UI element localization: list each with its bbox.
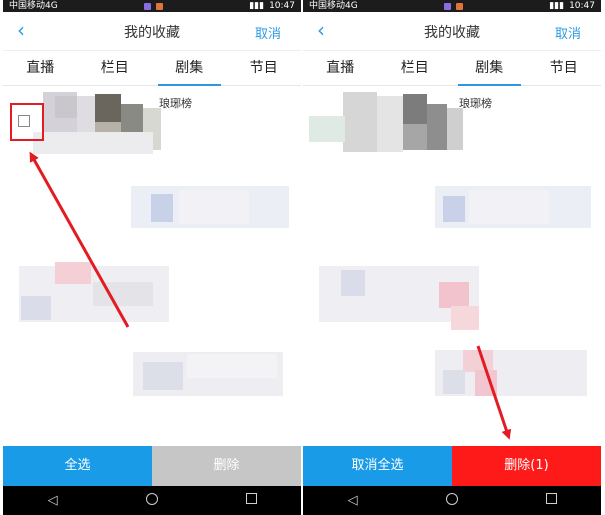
app-notification-icon (155, 2, 163, 10)
cancel-select-all-button[interactable]: 取消全选 (303, 446, 452, 486)
app-notification-icon (143, 2, 151, 10)
edit-action-bar: 全选 删除 (3, 446, 301, 486)
app-notification-icon (443, 2, 451, 10)
tab-programs[interactable]: 节目 (227, 51, 302, 85)
title-bar: ‹ 我的收藏 取消 (3, 12, 301, 50)
tab-live[interactable]: 直播 (3, 51, 78, 85)
nav-recent-square-icon[interactable] (545, 493, 557, 504)
favorites-list: 琅琊榜 (303, 86, 601, 446)
status-bar: 中国移动4G ▮▮▮ 10:47 (303, 0, 601, 12)
delete-button[interactable]: 删除 (152, 446, 301, 486)
nav-home-circle-icon[interactable] (445, 492, 458, 505)
favorites-list: 琅琊榜 (3, 86, 301, 446)
tab-series[interactable]: 剧集 (452, 51, 527, 86)
item-title: 琅琊榜 (159, 97, 192, 110)
phone-screen-right: 中国移动4G ▮▮▮ 10:47 ‹ 我的收藏 取消 直播 栏目 剧集 节目 琅… (303, 0, 601, 515)
delete-button[interactable]: 删除(1) (452, 446, 601, 486)
clock-time: 10:47 (269, 1, 295, 11)
nav-home-circle-icon[interactable] (145, 492, 158, 505)
cancel-button[interactable]: 取消 (555, 23, 581, 42)
nav-back-triangle-icon[interactable]: ◁ (33, 493, 73, 508)
clock-time: 10:47 (569, 1, 595, 11)
signal-icon: ▮▮▮ (549, 1, 565, 11)
tab-columns[interactable]: 栏目 (78, 51, 153, 85)
app-notification-icon (455, 2, 463, 10)
select-all-button[interactable]: 全选 (3, 446, 152, 486)
item-title: 琅琊榜 (459, 97, 492, 110)
checkbox-highlight-annotation (10, 103, 44, 141)
cancel-button[interactable]: 取消 (255, 23, 281, 42)
category-tabs: 直播 栏目 剧集 节目 (303, 50, 601, 86)
edit-action-bar: 取消全选 删除(1) (303, 446, 601, 486)
nav-back-triangle-icon[interactable]: ◁ (333, 493, 373, 508)
tab-programs[interactable]: 节目 (527, 51, 602, 85)
phone-screen-left: 中国移动4G ▮▮▮ 10:47 ‹ 我的收藏 取消 直播 栏目 剧集 节目 琅… (3, 0, 301, 515)
status-bar: 中国移动4G ▮▮▮ 10:47 (3, 0, 301, 12)
signal-icon: ▮▮▮ (249, 1, 265, 11)
category-tabs: 直播 栏目 剧集 节目 (3, 50, 301, 86)
carrier-label: 中国移动4G (309, 1, 358, 11)
title-bar: ‹ 我的收藏 取消 (303, 12, 601, 50)
android-nav-bar: ◁ (303, 486, 601, 515)
android-nav-bar: ◁ (3, 486, 301, 515)
tab-columns[interactable]: 栏目 (378, 51, 453, 85)
nav-recent-square-icon[interactable] (245, 493, 257, 504)
tab-series[interactable]: 剧集 (152, 51, 227, 86)
carrier-label: 中国移动4G (9, 1, 58, 11)
tab-live[interactable]: 直播 (303, 51, 378, 85)
